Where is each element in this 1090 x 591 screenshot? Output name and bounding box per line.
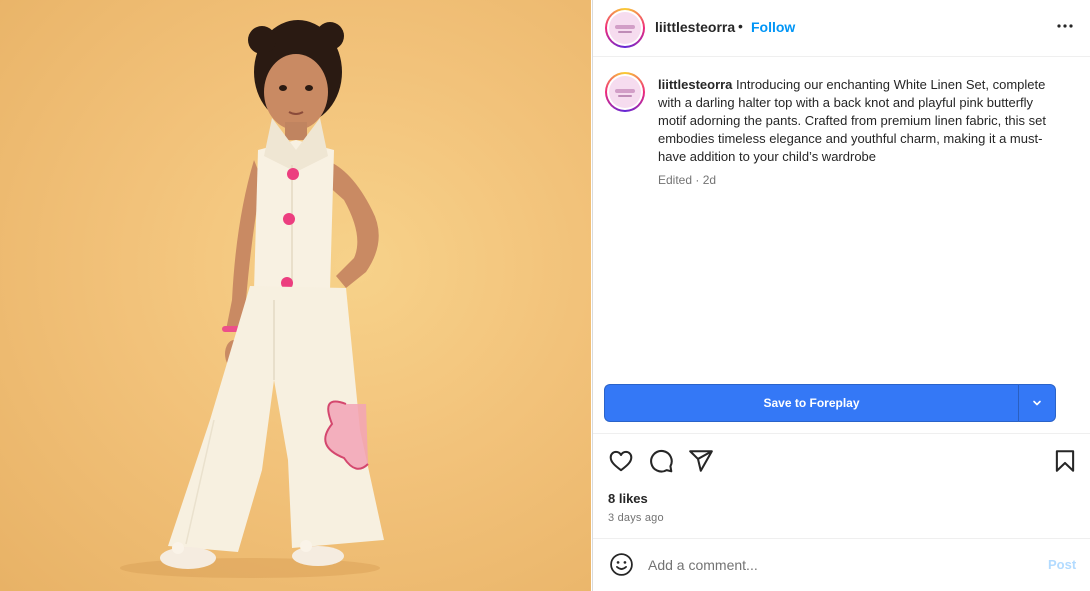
post-image[interactable] (0, 0, 591, 591)
comment-icon[interactable] (648, 448, 674, 474)
post-header: liittlesteorra • Follow (593, 0, 1090, 57)
avatar-inner (607, 74, 643, 110)
divider (593, 433, 1090, 434)
divider (593, 538, 1090, 539)
caption-author-avatar[interactable] (605, 72, 645, 112)
avatar-image (609, 76, 641, 108)
save-to-foreplay-control: Save to Foreplay (604, 384, 1056, 422)
like-count[interactable]: 8 likes (608, 491, 648, 506)
author-username[interactable]: liittlesteorra (655, 19, 735, 35)
avatar-inner (607, 10, 643, 46)
post-comment-button[interactable]: Post (1048, 557, 1076, 572)
save-options-dropdown[interactable] (1018, 384, 1056, 422)
save-to-foreplay-button[interactable]: Save to Foreplay (604, 384, 1018, 422)
chevron-down-icon (1033, 400, 1041, 406)
separator-dot: • (738, 18, 743, 34)
author-avatar[interactable] (605, 8, 645, 48)
comment-input[interactable] (648, 554, 1018, 576)
heart-icon[interactable] (608, 448, 634, 474)
bookmark-icon[interactable] (1052, 448, 1078, 474)
caption-meta: Edited · 2d (658, 173, 717, 187)
emoji-icon[interactable] (609, 552, 634, 577)
avatar-image (609, 12, 641, 44)
child-model-illustration (120, 20, 384, 578)
share-icon[interactable] (688, 448, 714, 474)
follow-button[interactable]: Follow (751, 19, 795, 35)
post-details-panel: liittlesteorra • Follow liittlesteorra I… (592, 0, 1090, 591)
caption-username[interactable]: liittlesteorra (658, 77, 732, 92)
post-timestamp[interactable]: 3 days ago (608, 512, 664, 524)
more-options-icon[interactable] (1053, 14, 1077, 38)
post-caption: liittlesteorra Introducing our enchantin… (658, 76, 1058, 166)
